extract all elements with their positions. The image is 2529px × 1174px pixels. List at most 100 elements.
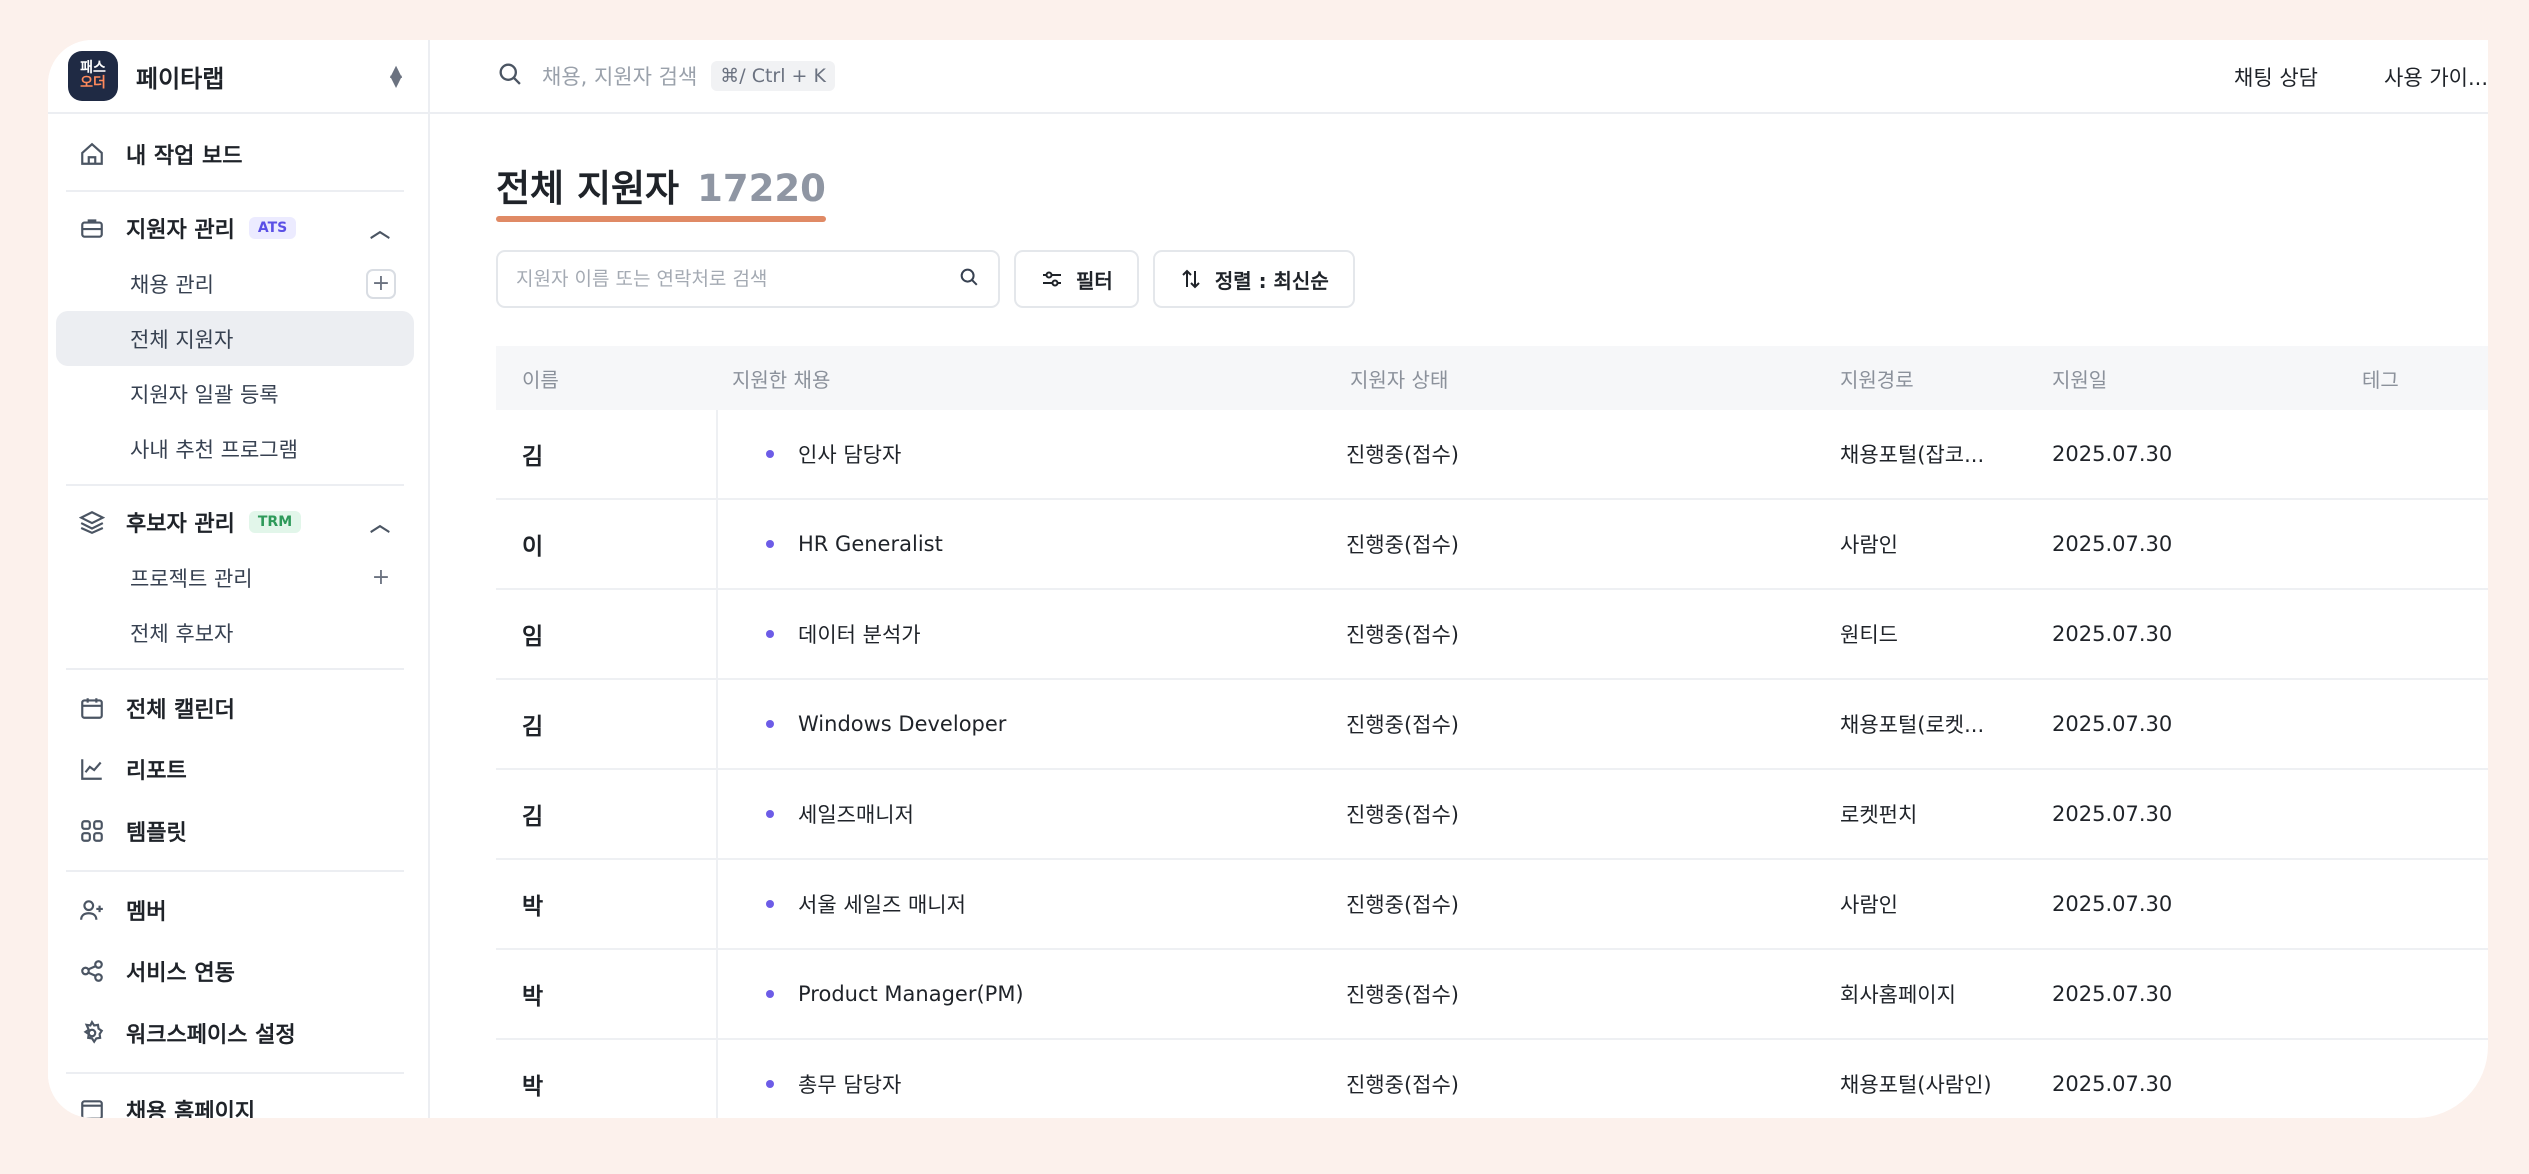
table-header: 이름 지원한 채용 지원자 상태 지원경로 지원일 테그 [496,346,2488,410]
sidebar-item-referral[interactable]: 사내 추천 프로그램 [48,421,428,476]
applicant-name[interactable]: 김 [496,680,718,768]
applicant-status: 진행중(접수) [1346,713,1459,737]
application-source: 원티드 [1840,623,1898,647]
sidebar-item-label: 채용 홈페이지 [126,1100,256,1118]
sidebar-item-calendar[interactable]: 전체 캘린더 [48,678,428,738]
header-date[interactable]: 지원일 [2052,364,2362,393]
sidebar-item-template[interactable]: 템플릿 [48,800,428,862]
application-source: 사람인 [1840,893,1898,917]
search-icon[interactable] [958,266,980,292]
workspace-switcher[interactable]: 패스 오더 페이타랩 ▲ ▼ [48,40,428,114]
table-row[interactable]: 박 서울 세일즈 매니저 진행중(접수) 사람인 2025.07.30 [496,860,2488,950]
application-date: 2025.07.30 [2052,622,2173,646]
sidebar-item-member[interactable]: 멤버 [48,880,428,940]
workspace-name: 페이타랩 [136,64,225,93]
job-dot-icon [766,990,774,998]
sidebar-item-candidate-mgmt[interactable]: 후보자 관리 TRM ︿ [48,494,428,550]
sidebar-item-project-mgmt[interactable]: 프로젝트 관리 + [48,550,428,605]
chat-consult-link[interactable]: 채팅 상담 [2234,62,2318,92]
search-shortcut-hint: ⌘/ Ctrl + K [711,61,835,91]
table-row[interactable]: 이 HR Generalist 진행중(접수) 사람인 2025.07.30 [496,500,2488,590]
applicant-status: 진행중(접수) [1346,533,1459,557]
applicant-name[interactable]: 박 [496,950,718,1038]
application-date: 2025.07.30 [2052,442,2173,466]
header-source[interactable]: 지원경로 [1840,364,2052,393]
sidebar-item-all-candidates[interactable]: 전체 후보자 [48,605,428,660]
applied-job: Windows Developer [718,712,1346,736]
applied-job-label: Windows Developer [798,712,1007,736]
applied-job-label: 데이터 분석가 [798,623,921,647]
applied-job-label: Product Manager(PM) [798,982,1024,1006]
sidebar-item-label: 지원자 일괄 등록 [130,382,279,407]
share-icon [78,957,106,985]
applicant-status: 진행중(접수) [1346,1073,1459,1097]
page-header: 전체 지원자 17220 [496,158,826,212]
table-row[interactable]: 김 Windows Developer 진행중(접수) 채용포털(로켓... 2025.… [496,680,2488,770]
table-row[interactable]: 박 총무 담당자 진행중(접수) 채용포털(사람인) 2025.07.30 [496,1040,2488,1118]
sidebar-item-applicant-mgmt[interactable]: 지원자 관리 ATS ︿ [48,200,428,256]
sidebar-item-recruit-mgmt[interactable]: 채용 관리 + [48,256,428,311]
chevron-up-icon[interactable]: ︿ [370,508,390,537]
table-row[interactable]: 김 세일즈매니저 진행중(접수) 로켓펀치 2025.07.30 [496,770,2488,860]
sidebar-nav: 내 작업 보드 지원자 관리 ATS ︿ 채용 관리 + 전체 지원자 지원자 … [48,114,428,1118]
header-name[interactable]: 이름 [496,346,718,410]
applied-job-label: 서울 세일즈 매니저 [798,893,966,917]
logo-text-top: 패스 [80,60,106,76]
applicant-name[interactable]: 이 [496,500,718,588]
sidebar-item-label: 전체 후보자 [130,621,234,646]
applicant-search-input[interactable] [516,268,936,290]
applicant-name[interactable]: 박 [496,860,718,948]
application-date: 2025.07.30 [2052,892,2173,916]
applicant-table: 이름 지원한 채용 지원자 상태 지원경로 지원일 테그 김 인사 담당자 진행중(… [496,346,2488,1118]
applicant-search-box[interactable] [496,250,1000,308]
global-search-input[interactable]: 채용, 지원자 검색 [542,61,697,91]
search-icon[interactable] [496,60,524,92]
sidebar-item-label: 내 작업 보드 [126,144,243,169]
page-title: 전체 지원자 [496,167,680,210]
table-row[interactable]: 김 인사 담당자 진행중(접수) 채용포털(잡코... 2025.07.30 [496,410,2488,500]
header-job[interactable]: 지원한 채용 [718,364,1346,393]
sidebar-item-my-board[interactable]: 내 작업 보드 [48,126,428,182]
applicant-status: 진행중(접수) [1346,893,1459,917]
sidebar-item-bulk-register[interactable]: 지원자 일괄 등록 [48,366,428,421]
updown-chevron-icon[interactable]: ▲ ▼ [384,63,408,89]
add-project-icon[interactable]: + [366,563,396,593]
sidebar-item-homepage[interactable]: 채용 홈페이지 [48,1082,428,1118]
applied-job: 서울 세일즈 매니저 [718,889,1346,919]
table-row[interactable]: 임 데이터 분석가 진행중(접수) 원티드 2025.07.30 [496,590,2488,680]
applied-job: 세일즈매니저 [718,799,1346,829]
add-recruit-icon[interactable]: + [366,268,396,299]
applied-job-label: 세일즈매니저 [798,803,914,827]
gear-icon [78,1019,106,1047]
applied-job-label: HR Generalist [798,532,943,556]
table-row[interactable]: 박 Product Manager(PM) 진행중(접수) 회사홈페이지 2025.07… [496,950,2488,1040]
grid-icon [78,817,106,845]
sort-button[interactable]: 정렬 : 최신순 [1152,250,1355,308]
filter-button[interactable]: 필터 [1014,250,1139,308]
chevron-up-icon[interactable]: ︿ [370,214,390,243]
workspace-logo: 패스 오더 [68,51,118,101]
applied-job-label: 총무 담당자 [798,1073,902,1097]
applicant-status: 진행중(접수) [1346,983,1459,1007]
applicant-name[interactable]: 임 [496,590,718,678]
sidebar-item-all-applicants[interactable]: 전체 지원자 [56,311,414,366]
applicant-name[interactable]: 박 [496,1040,718,1118]
applied-job: 데이터 분석가 [718,619,1346,649]
sort-button-label: 정렬 : 최신순 [1214,268,1329,293]
line-chart-icon [78,755,106,783]
app-window: 패스 오더 페이타랩 ▲ ▼ 내 작업 보드 지원자 관리 ATS ︿ 채용 관… [48,40,2488,1118]
sidebar-item-report[interactable]: 리포트 [48,738,428,800]
user-guide-link[interactable]: 사용 가이... [2384,62,2488,92]
table-body: 김 인사 담당자 진행중(접수) 채용포털(잡코... 2025.07.30 이 HR Ge… [496,410,2488,1118]
trm-badge: TRM [248,511,302,533]
applied-job: HR Generalist [718,532,1346,556]
sidebar-item-settings[interactable]: 워크스페이스 설정 [48,1002,428,1064]
header-tag[interactable]: 테그 [2362,364,2488,393]
sidebar-item-integration[interactable]: 서비스 연동 [48,940,428,1002]
sort-arrows-icon [1179,267,1203,291]
applicant-name[interactable]: 김 [496,770,718,858]
browser-window-icon [78,1096,106,1118]
header-status[interactable]: 지원자 상태 [1346,364,1840,393]
calendar-icon [78,694,106,722]
applicant-name[interactable]: 김 [496,410,718,498]
